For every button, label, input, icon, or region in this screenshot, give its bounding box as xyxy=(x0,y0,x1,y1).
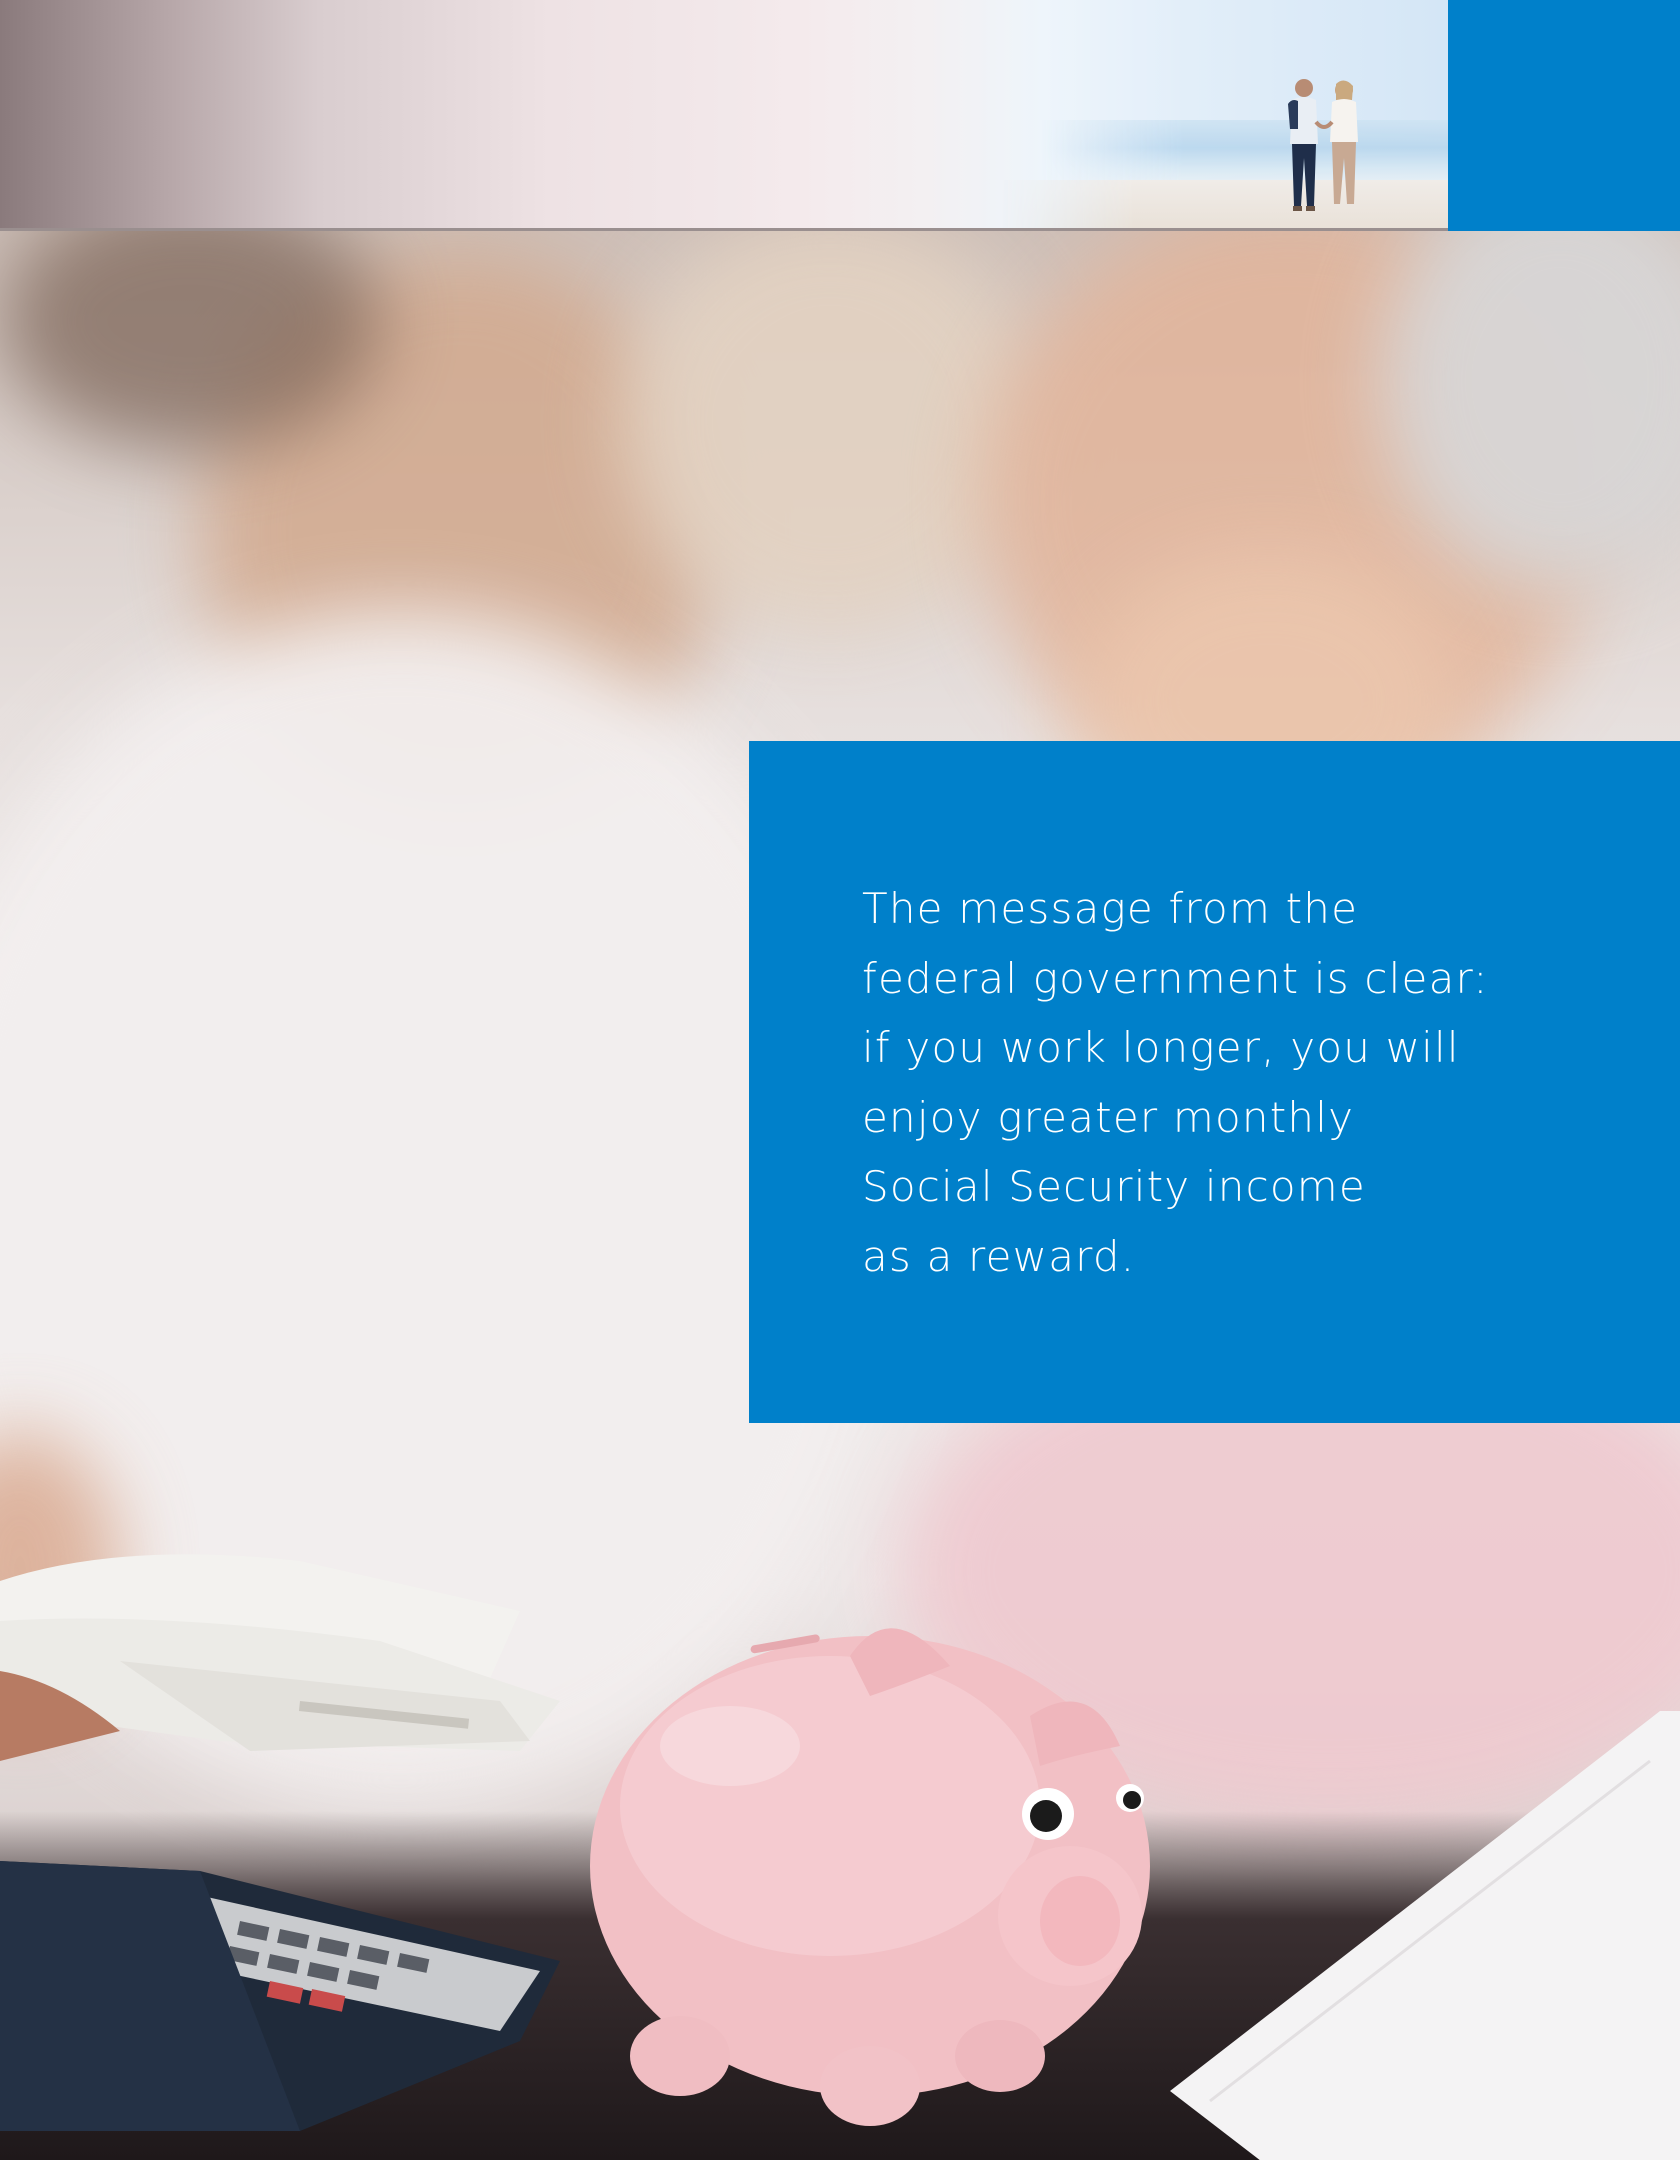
pull-quote: The message from the federal government … xyxy=(862,874,1582,1291)
background-wall-blur xyxy=(620,231,1040,631)
quote-box: The message from the federal government … xyxy=(749,741,1680,1423)
quote-line: The message from the xyxy=(862,884,1359,933)
walking-couple-image xyxy=(1288,79,1358,211)
papers-image xyxy=(1170,1711,1680,2160)
quote-line: if you work longer, you will xyxy=(862,1023,1460,1072)
piggy-bank-image xyxy=(590,1628,1150,2126)
quote-line: enjoy greater monthly xyxy=(862,1092,1355,1142)
cash-bills-image xyxy=(0,1554,560,1761)
quote-line: Social Security income xyxy=(862,1162,1366,1211)
header-brand-block xyxy=(1448,0,1680,231)
quote-line: as a reward. xyxy=(862,1231,1136,1281)
calculator-image xyxy=(0,1861,560,2131)
beach-sand-image xyxy=(1000,180,1448,229)
header-banner xyxy=(0,0,1448,229)
quote-line: federal government is clear: xyxy=(862,953,1489,1003)
